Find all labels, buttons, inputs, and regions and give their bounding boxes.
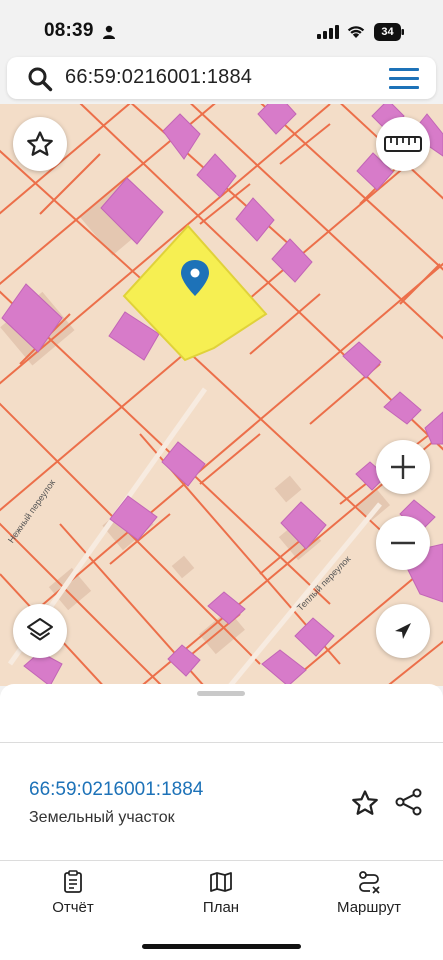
layers-button[interactable]: [13, 604, 67, 658]
status-time: 08:39: [44, 20, 94, 41]
parcel-type: Земельный участок: [29, 809, 175, 826]
menu-icon-line: [389, 77, 419, 80]
menu-button[interactable]: [385, 66, 421, 92]
zoom-in-button[interactable]: [376, 440, 430, 494]
parcel-number-link[interactable]: 66:59:0216001:1884: [29, 779, 203, 801]
divider: [0, 860, 443, 861]
route-icon: [359, 871, 380, 894]
battery-level: 34: [381, 26, 394, 38]
star-icon: [27, 131, 53, 156]
battery-indicator: 34: [374, 23, 404, 41]
favorite-button[interactable]: [13, 117, 67, 171]
cadastral-map[interactable]: Нежный переулок Теплый переулок: [0, 104, 443, 686]
home-indicator[interactable]: [142, 944, 301, 949]
star-icon: [352, 790, 378, 815]
minus-icon: [391, 541, 415, 545]
tab-plan-label: План: [202, 899, 240, 916]
cellular-signal-icon: [317, 25, 339, 39]
locate-button[interactable]: [376, 604, 430, 658]
sheet-grabber[interactable]: [197, 691, 245, 696]
search-icon[interactable]: [27, 66, 53, 92]
tab-route[interactable]: Маршрут: [314, 870, 424, 916]
ruler-icon: [384, 136, 422, 152]
ruler-button[interactable]: [376, 117, 430, 171]
tab-plan[interactable]: План: [166, 870, 276, 916]
share-button[interactable]: [394, 787, 424, 817]
parcel-info-sheet[interactable]: 66:59:0216001:1884 Земельный участок Отч…: [0, 684, 443, 960]
menu-icon: [389, 68, 419, 71]
add-to-favorites-button[interactable]: [350, 788, 380, 818]
search-bar[interactable]: 66:59:0216001:1884: [7, 57, 436, 99]
zoom-out-button[interactable]: [376, 516, 430, 570]
status-bar: 08:39 34: [0, 0, 443, 56]
layers-icon: [27, 618, 53, 641]
tab-route-label: Маршрут: [337, 899, 401, 916]
person-icon: [103, 25, 115, 39]
menu-icon-line: [389, 86, 419, 89]
tab-report[interactable]: Отчёт: [18, 870, 128, 916]
report-icon: [64, 870, 82, 893]
search-input[interactable]: 66:59:0216001:1884: [65, 66, 252, 89]
plus-icon: [391, 455, 415, 479]
wifi-icon: [347, 26, 365, 38]
share-icon: [395, 788, 422, 816]
divider: [0, 742, 443, 743]
navigation-arrow-icon: [395, 623, 411, 639]
map-canvas[interactable]: [0, 104, 443, 686]
map-plan-icon: [210, 872, 232, 892]
tab-report-label: Отчёт: [52, 899, 94, 916]
